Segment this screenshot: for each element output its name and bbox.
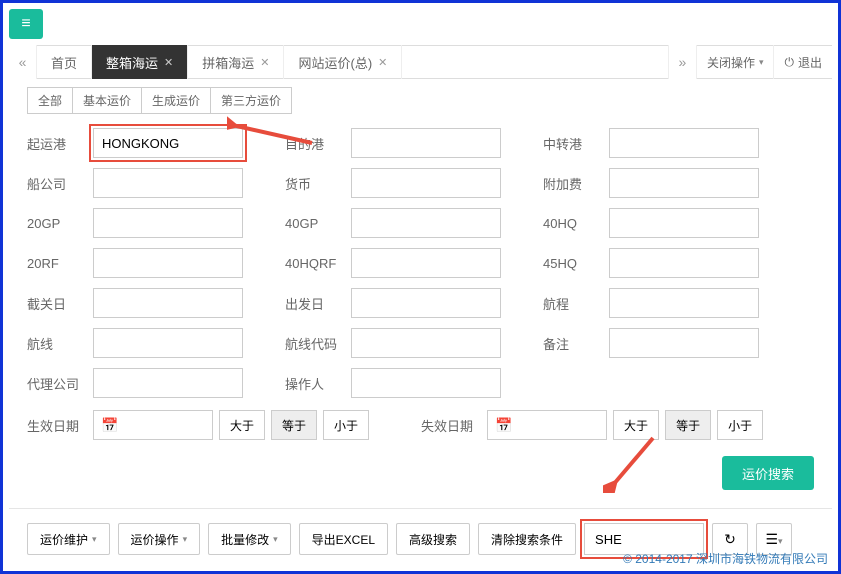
label-40gp: 40GP xyxy=(285,216,345,231)
pill-all[interactable]: 全部 xyxy=(27,87,73,114)
logout-button[interactable]: ⏻退出 xyxy=(773,45,832,79)
price-type-pills: 全部 基本运价 生成运价 第三方运价 xyxy=(27,87,814,114)
input-cutoff[interactable] xyxy=(93,288,243,318)
label-routecode: 航线代码 xyxy=(285,334,345,353)
caret-down-icon: ▾ xyxy=(92,534,97,545)
label-pod: 目的港 xyxy=(285,134,345,153)
label-40hqrf: 40HQRF xyxy=(285,256,345,271)
input-operator[interactable] xyxy=(351,368,501,398)
input-currency[interactable] xyxy=(351,168,501,198)
label-45hq: 45HQ xyxy=(543,256,603,271)
input-carrier[interactable] xyxy=(93,168,243,198)
hamburger-button[interactable]: ≡ xyxy=(9,9,43,39)
label-operator: 操作人 xyxy=(285,374,345,393)
close-icon[interactable]: ✕ xyxy=(164,56,173,69)
close-icon[interactable]: ✕ xyxy=(260,56,269,69)
tab-scroll-left[interactable]: « xyxy=(9,45,37,79)
company-link[interactable]: 深圳市海铁物流有限公司 xyxy=(696,552,828,566)
close-icon[interactable]: ✕ xyxy=(378,56,387,69)
input-expdate[interactable] xyxy=(487,410,607,440)
effdate-eq[interactable]: 等于 xyxy=(271,410,317,440)
label-effdate: 生效日期 xyxy=(27,416,87,435)
tab-lcl[interactable]: 拼箱海运 ✕ xyxy=(188,45,284,79)
tab-label: 拼箱海运 xyxy=(202,53,254,72)
input-40hq[interactable] xyxy=(609,208,759,238)
label-currency: 货币 xyxy=(285,174,345,193)
tab-label: 整箱海运 xyxy=(106,53,158,72)
caret-down-icon: ▾ xyxy=(778,536,783,546)
input-remark[interactable] xyxy=(609,328,759,358)
label-20rf: 20RF xyxy=(27,256,87,271)
label-pol: 起运港 xyxy=(27,134,87,153)
caret-down-icon: ▾ xyxy=(183,534,188,545)
input-40hqrf[interactable] xyxy=(351,248,501,278)
advanced-search-button[interactable]: 高级搜索 xyxy=(396,523,470,555)
input-20gp[interactable] xyxy=(93,208,243,238)
label-via: 中转港 xyxy=(543,134,603,153)
search-button[interactable]: 运价搜索 xyxy=(722,456,814,490)
expdate-gt[interactable]: 大于 xyxy=(613,410,659,440)
tab-label: 网站运价(总) xyxy=(298,53,372,72)
label-carrier: 船公司 xyxy=(27,174,87,193)
input-pol[interactable] xyxy=(93,128,243,158)
input-pod[interactable] xyxy=(351,128,501,158)
input-etd[interactable] xyxy=(351,288,501,318)
input-routecode[interactable] xyxy=(351,328,501,358)
input-45hq[interactable] xyxy=(609,248,759,278)
caret-down-icon: ▾ xyxy=(759,57,764,68)
input-route[interactable] xyxy=(93,328,243,358)
tab-site-price[interactable]: 网站运价(总) ✕ xyxy=(284,45,402,79)
label-etd: 出发日 xyxy=(285,294,345,313)
input-via[interactable] xyxy=(609,128,759,158)
tab-fcl[interactable]: 整箱海运 ✕ xyxy=(92,45,188,79)
pill-generated[interactable]: 生成运价 xyxy=(141,87,211,114)
refresh-icon: ↻ xyxy=(724,531,736,547)
batch-button[interactable]: 批量修改▾ xyxy=(208,523,291,555)
label-remark: 备注 xyxy=(543,334,603,353)
export-button[interactable]: 导出EXCEL xyxy=(299,523,388,555)
label-route: 航线 xyxy=(27,334,87,353)
maintain-button[interactable]: 运价维护▾ xyxy=(27,523,110,555)
input-tt[interactable] xyxy=(609,288,759,318)
power-icon: ⏻ xyxy=(784,55,794,70)
label-tt: 航程 xyxy=(543,294,603,313)
clear-search-button[interactable]: 清除搜索条件 xyxy=(478,523,576,555)
label-cutoff: 截关日 xyxy=(27,294,87,313)
tab-label: 首页 xyxy=(51,53,77,72)
label-20gp: 20GP xyxy=(27,216,87,231)
tab-home[interactable]: 首页 xyxy=(37,45,92,79)
effdate-gt[interactable]: 大于 xyxy=(219,410,265,440)
input-agent[interactable] xyxy=(93,368,243,398)
input-40gp[interactable] xyxy=(351,208,501,238)
label-agent: 代理公司 xyxy=(27,374,87,393)
expdate-lt[interactable]: 小于 xyxy=(717,410,763,440)
input-20rf[interactable] xyxy=(93,248,243,278)
footer: © 2014-2017 深圳市海铁物流有限公司 xyxy=(623,550,828,567)
expdate-eq[interactable]: 等于 xyxy=(665,410,711,440)
input-effdate[interactable] xyxy=(93,410,213,440)
divider xyxy=(9,508,832,509)
tab-strip: « 首页 整箱海运 ✕ 拼箱海运 ✕ 网站运价(总) ✕ » 关闭操作▾ ⏻退出 xyxy=(9,45,832,79)
list-icon: ☰ xyxy=(765,531,778,547)
pill-thirdparty[interactable]: 第三方运价 xyxy=(210,87,292,114)
caret-down-icon: ▾ xyxy=(273,534,278,545)
label-40hq: 40HQ xyxy=(543,216,603,231)
tab-scroll-right[interactable]: » xyxy=(668,45,696,79)
input-surcharge[interactable] xyxy=(609,168,759,198)
effdate-lt[interactable]: 小于 xyxy=(323,410,369,440)
label-expdate: 失效日期 xyxy=(421,416,481,435)
label-surcharge: 附加费 xyxy=(543,174,603,193)
close-operations[interactable]: 关闭操作▾ xyxy=(696,45,774,79)
operate-button[interactable]: 运价操作▾ xyxy=(118,523,201,555)
pill-basic[interactable]: 基本运价 xyxy=(72,87,142,114)
